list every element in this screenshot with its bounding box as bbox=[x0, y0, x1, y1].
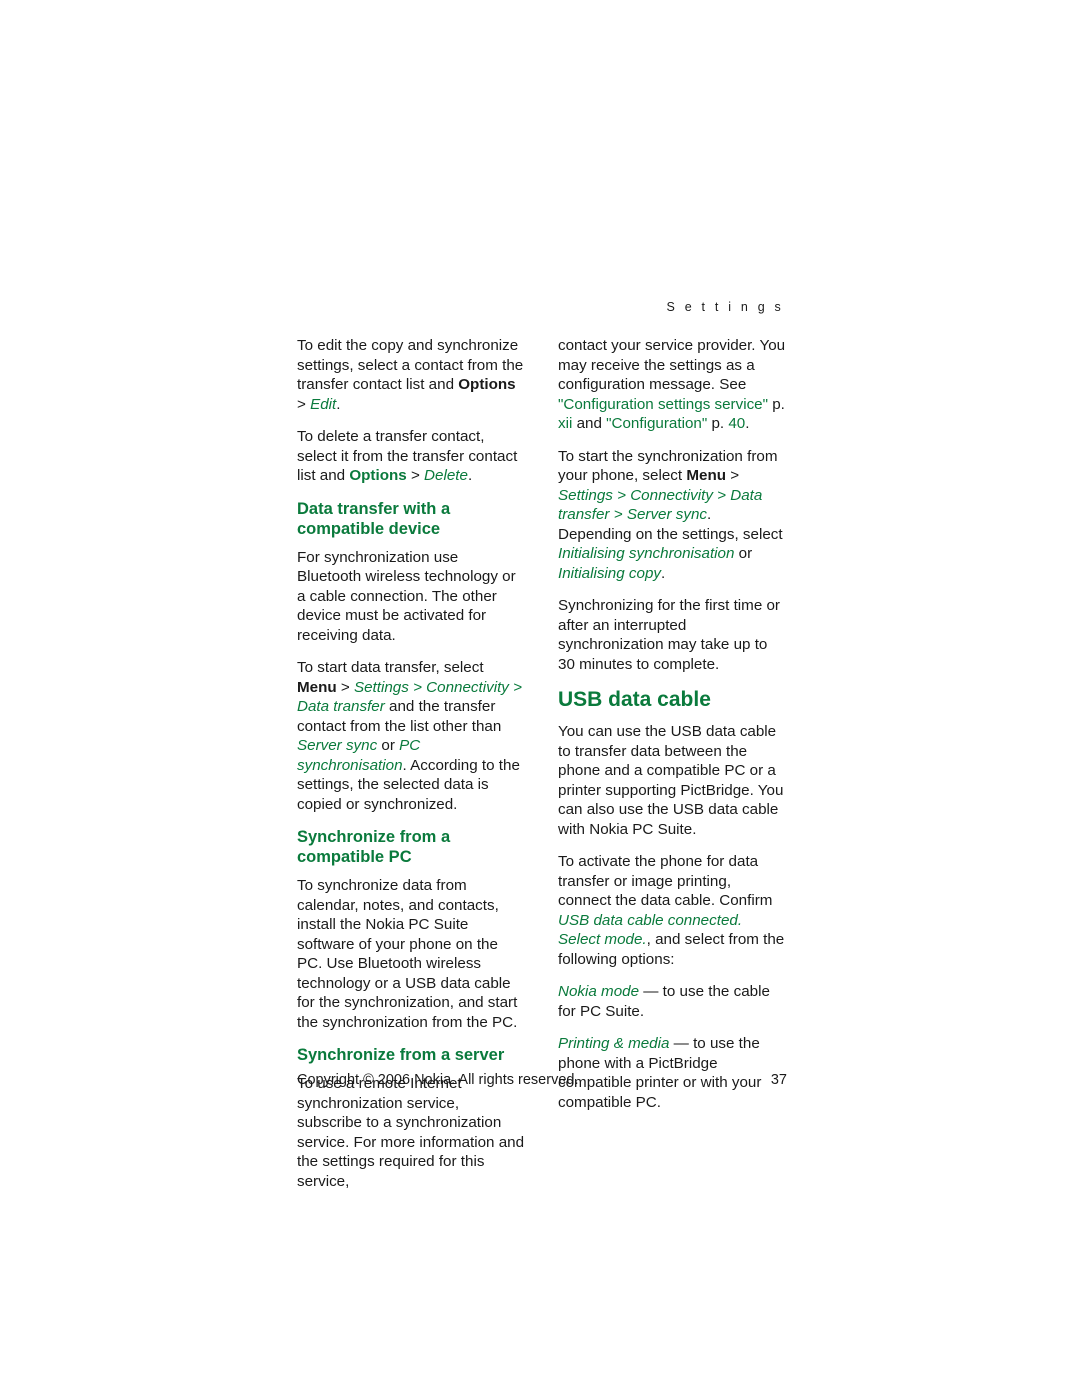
text-run-green-italic: Settings bbox=[558, 486, 613, 504]
text-run-green-italic: > bbox=[612, 486, 631, 504]
text-run-green-italic: > bbox=[712, 486, 731, 504]
text-run-green-italic: Connectivity bbox=[426, 678, 509, 696]
text-run-green-italic: Initialising synchronisation bbox=[558, 545, 735, 562]
paragraph-start-data-transfer: To start data transfer, select Menu > Se… bbox=[297, 658, 526, 814]
paragraph-option-nokia-mode: Nokia mode — to use the cable for PC Sui… bbox=[558, 982, 787, 1021]
heading-synchronize-from-server: Synchronize from a server bbox=[297, 1046, 505, 1064]
paragraph-synchronization-bluetooth: For synchronization use Bluetooth wirele… bbox=[297, 548, 516, 644]
text-run-green-italic: Initialising copy bbox=[558, 564, 661, 582]
text-run: p. bbox=[707, 415, 729, 432]
text-run: . bbox=[467, 467, 473, 484]
paragraph-synchronize-pc-suite: To synchronize data from calendar, notes… bbox=[297, 877, 518, 1031]
page-footer: Copyright © 2006 Nokia. All rights reser… bbox=[297, 1072, 787, 1088]
heading-synchronize-from-compatible-pc: Synchronize from a compatible PC bbox=[297, 828, 451, 866]
text-run-green-bold: Options bbox=[349, 467, 407, 484]
page-number: 37 bbox=[770, 1072, 787, 1088]
paragraph-service-provider-settings: contact your service provider. You may r… bbox=[558, 336, 787, 434]
text-run-bold: Menu bbox=[686, 467, 726, 484]
text-run-bold: Menu bbox=[297, 678, 337, 696]
text-run: or bbox=[377, 737, 400, 754]
text-run-bold: Options bbox=[458, 376, 516, 393]
text-run: To start data transfer, select bbox=[297, 659, 484, 676]
text-run-green-italic: Edit bbox=[310, 395, 337, 413]
paragraph-usb-cable-usage: You can use the USB data cable to transf… bbox=[558, 723, 784, 838]
paragraph-first-time-sync-duration: Synchronizing for the first time or afte… bbox=[558, 597, 780, 673]
document-page: S e t t i n g s To edit the copy and syn… bbox=[0, 0, 1080, 1397]
text-run-green-link: "Configuration settings service" bbox=[558, 395, 769, 413]
paragraph-remote-internet-sync: To use a remote Internet synchronization… bbox=[297, 1075, 525, 1190]
text-run-green-italic: Connectivity bbox=[630, 486, 713, 504]
paragraph-activate-phone-data-transfer: To activate the phone for data transfer … bbox=[558, 852, 787, 969]
text-run: contact your service provider. You may r… bbox=[558, 337, 786, 393]
text-run-green-italic: Settings bbox=[353, 678, 409, 696]
text-run-green-italic: > bbox=[508, 678, 522, 696]
text-run: > bbox=[297, 395, 311, 413]
heading-usb-data-cable: USB data cable bbox=[558, 688, 711, 711]
text-run: To start the synchronization from your p… bbox=[558, 447, 778, 485]
text-run-green-pagenum: xii bbox=[558, 415, 573, 432]
paragraph-edit-transfer-contact: To edit the copy and synchronize setting… bbox=[297, 336, 526, 414]
text-run: and bbox=[572, 415, 607, 432]
text-run: p. bbox=[768, 395, 785, 413]
text-run: > bbox=[726, 467, 740, 484]
text-run: . bbox=[336, 395, 341, 413]
text-run: or bbox=[734, 545, 753, 562]
paragraph-delete-transfer-contact: To delete a transfer contact, select it … bbox=[297, 427, 526, 486]
text-run-green-italic: Nokia mode bbox=[558, 983, 640, 1000]
text-run-green-italic: Server sync bbox=[297, 737, 378, 754]
text-run: . bbox=[661, 564, 666, 582]
text-run: > bbox=[336, 678, 354, 696]
text-run: > bbox=[406, 467, 425, 484]
text-run-green-italic: Delete bbox=[424, 467, 468, 484]
text-run: . bbox=[745, 415, 750, 432]
text-run-green-italic: Data transfer bbox=[297, 698, 385, 715]
text-run-green-italic: > bbox=[408, 678, 427, 696]
text-run-green-italic: Printing & media bbox=[558, 1035, 670, 1052]
running-head: S e t t i n g s bbox=[666, 300, 784, 314]
paragraph-start-synchronization: To start the synchronization from your p… bbox=[558, 447, 787, 584]
text-run-green-link: "Configuration" bbox=[606, 415, 708, 432]
text-run-green-italic: Server sync bbox=[626, 506, 707, 523]
heading-data-transfer-with-compatible-device: Data transfer with a compatible device bbox=[297, 499, 451, 538]
text-run: To activate the phone for data transfer … bbox=[558, 853, 773, 909]
text-run-green-italic: > bbox=[609, 506, 627, 523]
text-run-green-pagenum: 40 bbox=[728, 415, 746, 432]
copyright-notice: Copyright © 2006 Nokia. All rights reser… bbox=[297, 1072, 579, 1088]
